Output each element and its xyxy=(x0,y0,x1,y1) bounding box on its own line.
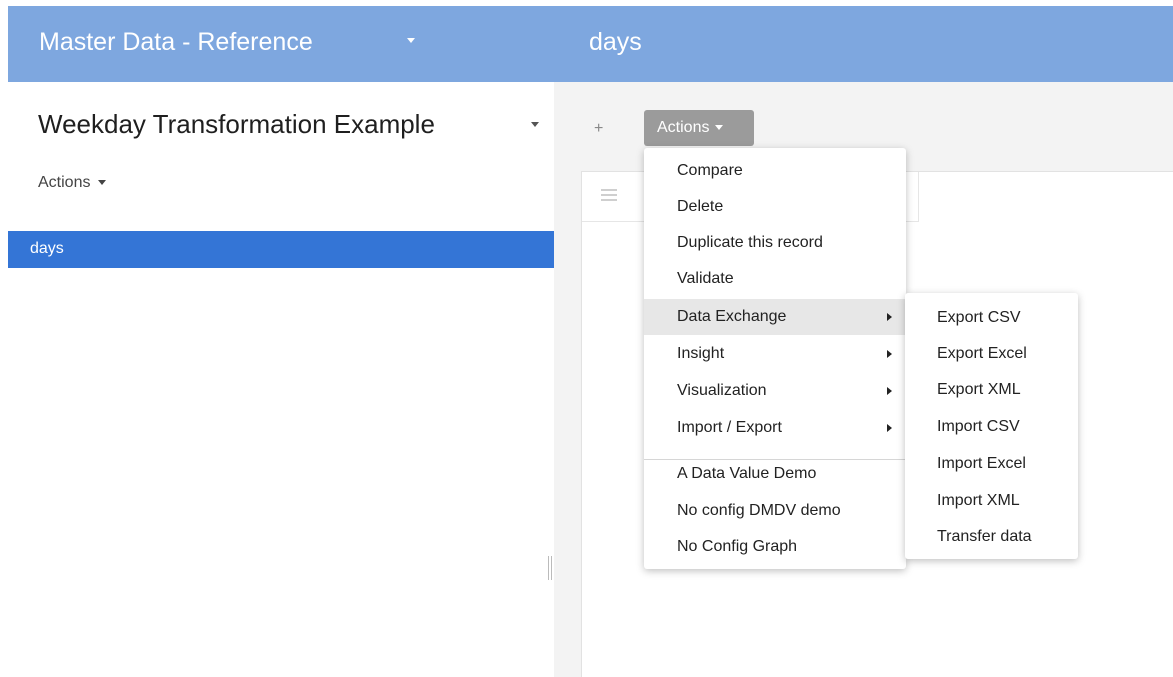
caret-down-icon xyxy=(715,125,724,131)
actions-dropdown-menu: Compare Delete Duplicate this record Val… xyxy=(644,148,906,569)
menu-item-import-export[interactable]: Import / Export xyxy=(644,410,906,446)
caret-down-icon xyxy=(98,180,107,186)
header-bar: Master Data - Reference days xyxy=(8,6,1173,82)
chevron-right-icon xyxy=(887,350,892,358)
menu-item-duplicate[interactable]: Duplicate this record xyxy=(644,225,906,261)
hamburger-icon[interactable] xyxy=(601,189,617,201)
left-actions-menu[interactable]: Actions xyxy=(38,174,107,192)
menu-item-label: Import / Export xyxy=(677,419,782,436)
menu-item-label: Insight xyxy=(677,345,725,362)
menu-item-label: Duplicate this record xyxy=(677,234,823,251)
submenu-item-export-excel[interactable]: Export Excel xyxy=(905,336,1078,372)
chevron-down-icon[interactable] xyxy=(407,38,415,43)
menu-item-label: Delete xyxy=(677,198,724,215)
menu-item-compare[interactable]: Compare xyxy=(644,153,906,189)
submenu-item-import-xml[interactable]: Import XML xyxy=(905,483,1078,519)
menu-item-label: Visualization xyxy=(677,382,767,399)
chevron-right-icon xyxy=(887,313,892,321)
app-switcher[interactable]: Master Data - Reference xyxy=(8,6,554,82)
data-exchange-submenu: Export CSV Export Excel Export XML Impor… xyxy=(905,293,1078,559)
chevron-right-icon xyxy=(887,424,892,432)
menu-item-delete[interactable]: Delete xyxy=(644,189,906,225)
menu-item-label: Compare xyxy=(677,162,743,179)
menu-item-label: No Config Graph xyxy=(677,538,798,555)
sidebar-item-days[interactable]: days xyxy=(8,231,554,268)
menu-item-data-value-demo[interactable]: A Data Value Demo xyxy=(644,456,906,492)
menu-item-visualization[interactable]: Visualization xyxy=(644,373,906,409)
menu-item-data-exchange[interactable]: Data Exchange xyxy=(644,299,906,335)
left-actions-label: Actions xyxy=(38,174,91,191)
menu-item-no-config-graph[interactable]: No Config Graph xyxy=(644,529,906,565)
app-window: Master Data - Reference days Weekday Tra… xyxy=(0,0,1173,677)
chevron-right-icon xyxy=(887,387,892,395)
submenu-item-export-xml[interactable]: Export XML xyxy=(905,372,1078,408)
menu-item-label: No config DMDV demo xyxy=(677,502,841,519)
actions-button[interactable]: Actions xyxy=(644,110,754,146)
submenu-item-export-csv[interactable]: Export CSV xyxy=(905,300,1078,336)
chevron-down-icon[interactable] xyxy=(531,122,539,127)
submenu-item-transfer-data[interactable]: Transfer data xyxy=(905,519,1078,555)
actions-button-label: Actions xyxy=(657,119,710,136)
app-title[interactable]: Master Data - Reference xyxy=(39,28,313,57)
dataset-title[interactable]: Weekday Transformation Example xyxy=(38,109,435,140)
add-record-button[interactable]: + xyxy=(594,120,603,138)
menu-item-no-config-dmdv-demo[interactable]: No config DMDV demo xyxy=(644,493,906,529)
submenu-item-import-excel[interactable]: Import Excel xyxy=(905,446,1078,482)
panel-splitter-handle[interactable] xyxy=(548,556,552,580)
menu-item-insight[interactable]: Insight xyxy=(644,336,906,372)
menu-item-validate[interactable]: Validate xyxy=(644,261,906,297)
submenu-item-import-csv[interactable]: Import CSV xyxy=(905,409,1078,445)
menu-item-label: A Data Value Demo xyxy=(677,465,817,482)
menu-item-label: Data Exchange xyxy=(677,308,787,325)
page-title: days xyxy=(589,28,642,56)
menu-item-label: Validate xyxy=(677,270,734,287)
left-panel: Weekday Transformation Example Actions d… xyxy=(8,82,554,677)
